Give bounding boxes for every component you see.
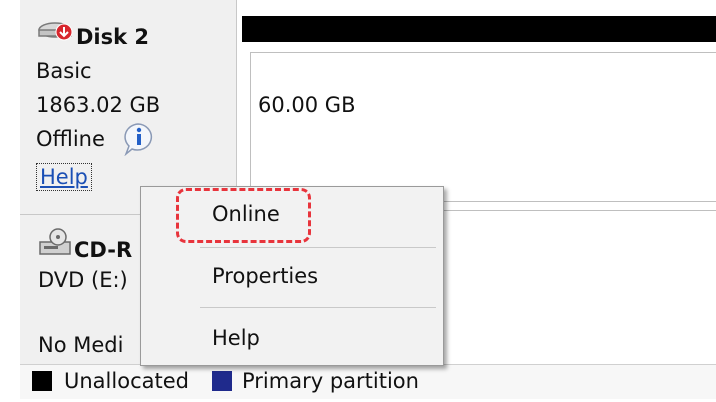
menu-separator <box>200 247 436 248</box>
primary-swatch <box>212 371 232 391</box>
disk2-status: Offline <box>36 127 105 151</box>
menu-item-help[interactable]: Help <box>212 326 260 350</box>
volume-size: 60.00 GB <box>258 93 356 117</box>
legend-unallocated: Unallocated <box>64 369 189 393</box>
online-highlight <box>176 188 311 243</box>
unallocated-swatch <box>32 371 52 391</box>
cdrom-drive: DVD (E:) <box>38 268 128 292</box>
unallocated-volume[interactable] <box>250 52 716 202</box>
disk-icon <box>38 22 73 41</box>
cdrom-status: No Medi <box>38 333 124 357</box>
legend-primary: Primary partition <box>242 369 419 393</box>
cdrom-name: CD-R <box>74 238 133 262</box>
menu-separator <box>200 307 436 308</box>
volume-header-bar <box>242 16 716 42</box>
cd-drive-icon <box>39 228 71 255</box>
menu-item-properties[interactable]: Properties <box>212 264 318 288</box>
info-icon[interactable] <box>122 122 160 156</box>
help-link[interactable]: Help <box>36 163 92 191</box>
disk2-type: Basic <box>36 59 92 83</box>
disk2-size: 1863.02 GB <box>36 93 161 117</box>
disk2-name: Disk 2 <box>76 25 150 49</box>
